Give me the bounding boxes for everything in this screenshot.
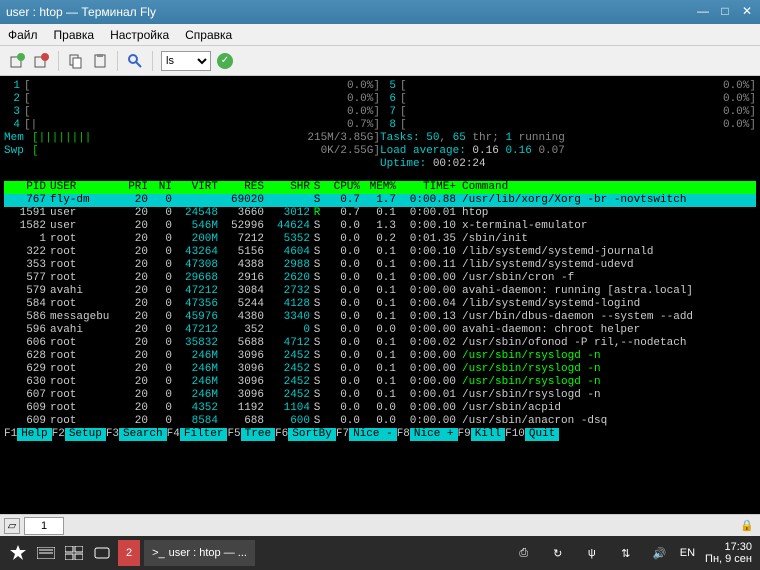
process-row[interactable]: 322root2004326451564604S0.00.10:00.10/li… (4, 246, 756, 259)
system-tray: ⎙ ↻ ψ ⇅ 🔊 EN 17:30 Пн, 9 сен (510, 541, 756, 565)
process-row[interactable]: 607root200246M30962452S0.00.10:00.01/usr… (4, 389, 756, 402)
mem-meter: Mem[||||||||215M/3.85G] (4, 132, 380, 145)
tray-icon[interactable]: ⎙ (512, 541, 536, 565)
separator (152, 51, 153, 71)
refresh-icon[interactable]: ↻ (546, 541, 570, 565)
cpu-meter: 2[0.0%] (4, 93, 380, 106)
cpu-meter: 8[0.0%] (380, 119, 756, 132)
close-tab-icon[interactable] (32, 52, 50, 70)
process-row[interactable]: 609root2008584688600S0.00.00:00.00/usr/s… (4, 415, 756, 428)
cpu-meter: 7[0.0%] (380, 106, 756, 119)
process-header[interactable]: PIDUSERPRINIVIRTRESSHRSCPU%MEM%TIME+Comm… (4, 181, 756, 194)
fn-label[interactable]: Filter (180, 428, 228, 441)
menu-settings[interactable]: Настройка (110, 28, 169, 42)
fn-key: F10 (505, 428, 525, 441)
maximize-button[interactable]: □ (718, 5, 732, 19)
taskbar: 2 >_user : htop — ... ⎙ ↻ ψ ⇅ 🔊 EN 17:30… (0, 536, 760, 570)
copy-icon[interactable] (67, 52, 85, 70)
lock-icon[interactable]: 🔒 (738, 517, 756, 535)
fn-label[interactable]: Tree (241, 428, 275, 441)
fn-key: F2 (52, 428, 65, 441)
separator (117, 51, 118, 71)
run-icon[interactable]: ✓ (217, 53, 233, 69)
menubar: Файл Правка Настройка Справка (0, 24, 760, 46)
load-info: Load average: 0.16 0.16 0.07 (380, 145, 756, 158)
fn-label[interactable]: Search (119, 428, 167, 441)
process-row[interactable]: 1root200200M72125352S0.00.20:01.35/sbin/… (4, 233, 756, 246)
tasks-info: Tasks: 50, 65 thr; 1 running (380, 132, 756, 145)
uptime-info: Uptime: 00:02:24 (380, 158, 756, 171)
terminal[interactable]: 1[0.0%]2[0.0%]3[0.0%]4[|0.7%] 5[0.0%]6[0… (0, 76, 760, 514)
cpu-meter: 3[0.0%] (4, 106, 380, 119)
fn-label[interactable]: SortBy (288, 428, 336, 441)
menu-edit[interactable]: Правка (54, 28, 95, 42)
cpu-meter: 5[0.0%] (380, 80, 756, 93)
process-row[interactable]: 584root2004735652444128S0.00.10:00.04/li… (4, 298, 756, 311)
terminal-tab-1[interactable]: 1 (24, 517, 64, 535)
separator (58, 51, 59, 71)
menu-help[interactable]: Справка (185, 28, 232, 42)
process-row[interactable]: 606root2003583256884712S0.00.10:00.02/us… (4, 337, 756, 350)
taskbar-app-terminal[interactable]: >_user : htop — ... (144, 540, 255, 566)
process-row[interactable]: 579avahi2004721230842732S0.00.10:00.00av… (4, 285, 756, 298)
minimize-button[interactable]: — (696, 5, 710, 19)
terminal-tabbar: ▱ 1 🔒 (0, 514, 760, 536)
search-icon[interactable] (126, 52, 144, 70)
keyboard-icon[interactable] (34, 541, 58, 565)
usb-icon[interactable]: ψ (580, 541, 604, 565)
process-row[interactable]: 630root200246M30962452S0.00.10:00.00/usr… (4, 376, 756, 389)
fn-label[interactable]: Setup (65, 428, 106, 441)
close-button[interactable]: ✕ (740, 5, 754, 19)
fn-key: F6 (275, 428, 288, 441)
fn-label[interactable]: Nice - (349, 428, 397, 441)
paste-icon[interactable] (91, 52, 109, 70)
process-row[interactable]: 596avahi200472123520S0.00.00:00.00avahi-… (4, 324, 756, 337)
fn-label[interactable]: Quit (525, 428, 559, 441)
fn-label[interactable]: Nice + (410, 428, 458, 441)
new-tab-icon[interactable] (8, 52, 26, 70)
process-row[interactable]: 1591user2002454836603012R0.70.10:00.01ht… (4, 207, 756, 220)
function-keys: F1HelpF2SetupF3SearchF4FilterF5TreeF6Sor… (4, 428, 756, 441)
process-row[interactable]: 628root200246M30962452S0.00.10:00.00/usr… (4, 350, 756, 363)
cpu-meter: 4[|0.7%] (4, 119, 380, 132)
fn-key: F9 (458, 428, 471, 441)
cpu-meter: 1[0.0%] (4, 80, 380, 93)
windows-icon[interactable] (90, 541, 114, 565)
toolbar: ls ✓ (0, 46, 760, 76)
fn-label[interactable]: Kill (471, 428, 505, 441)
process-row[interactable]: 586messagebu2004597643803340S0.00.10:00.… (4, 311, 756, 324)
process-row[interactable]: 767fly-dm200401M6902037628S0.71.70:00.88… (4, 194, 756, 207)
fn-key: F4 (167, 428, 180, 441)
process-row[interactable]: 629root200246M30962452S0.00.10:00.00/usr… (4, 363, 756, 376)
cpu-meter: 6[0.0%] (380, 93, 756, 106)
window-title: user : htop — Терминал Fly (6, 5, 696, 19)
command-select[interactable]: ls (161, 51, 211, 71)
taskbar-app-pager[interactable]: 2 (118, 540, 140, 566)
network-icon[interactable]: ⇅ (614, 541, 638, 565)
fn-key: F8 (397, 428, 410, 441)
clock[interactable]: 17:30 Пн, 9 сен (701, 541, 756, 565)
process-row[interactable]: 1582user200546M5299644624S0.01.30:00.10x… (4, 220, 756, 233)
volume-icon[interactable]: 🔊 (648, 541, 672, 565)
titlebar[interactable]: user : htop — Терминал Fly — □ ✕ (0, 0, 760, 24)
fn-key: F5 (227, 428, 240, 441)
menu-file[interactable]: Файл (8, 28, 38, 42)
process-row[interactable]: 609root200435211921104S0.00.00:00.00/usr… (4, 402, 756, 415)
process-row[interactable]: 577root2002966829162620S0.00.10:00.00/us… (4, 272, 756, 285)
fn-key: F3 (106, 428, 119, 441)
fn-label[interactable]: Help (17, 428, 51, 441)
language-indicator[interactable]: EN (680, 547, 695, 559)
fn-key: F7 (336, 428, 349, 441)
swp-meter: Swp[0K/2.55G] (4, 145, 380, 158)
fn-key: F1 (4, 428, 17, 441)
desktop-switcher-icon[interactable] (62, 541, 86, 565)
process-row[interactable]: 353root2004730843882988S0.00.10:00.11/li… (4, 259, 756, 272)
new-tab-button[interactable]: ▱ (4, 518, 20, 534)
start-menu-icon[interactable] (6, 541, 30, 565)
